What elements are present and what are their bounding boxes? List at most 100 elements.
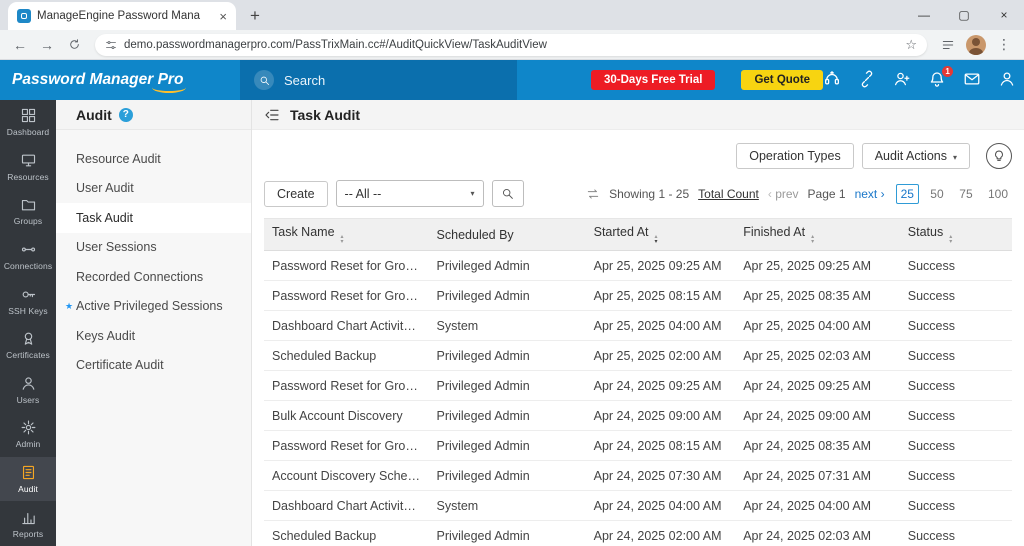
collapse-menu-icon[interactable] (264, 107, 280, 123)
bookmark-star-icon[interactable]: ☆ (905, 37, 917, 53)
sidebar-item-label: Users (16, 394, 40, 405)
table-row[interactable]: Scheduled Backup Privileged Admin Apr 24, … (264, 520, 1012, 546)
column-label: Scheduled By (436, 227, 514, 242)
forward-button[interactable]: → (35, 33, 59, 57)
feedback-mail-icon[interactable] (963, 70, 983, 90)
invite-user-icon[interactable] (893, 70, 913, 90)
browser-tab[interactable]: ManageEngine Password Mana × (8, 2, 236, 30)
profile-icon[interactable] (998, 70, 1018, 90)
chevron-down-icon: ▾ (952, 153, 957, 162)
address-bar[interactable]: demo.passwordmanagerpro.com/PassTrixMain… (95, 33, 927, 56)
sort-icon[interactable]: ▴ ▾ (655, 234, 658, 244)
audit-actions-label: Audit Actions (874, 149, 947, 163)
cell-scheduled-by: Privileged Admin (428, 460, 586, 491)
resources-icon (20, 152, 37, 169)
get-quote-button[interactable]: Get Quote (741, 70, 824, 90)
table-row[interactable]: Dashboard Chart Activity Sche...SystemAp… (264, 310, 1012, 341)
page-size-50[interactable]: 50 (926, 184, 948, 204)
reading-list-icon[interactable] (936, 33, 960, 57)
cell-scheduled-by: Privileged Admin (428, 250, 586, 281)
help-icon[interactable]: ? (118, 107, 133, 122)
audit-nav-item-resource-audit[interactable]: Resource Audit (56, 144, 251, 174)
audit-nav-item-task-audit[interactable]: Task Audit (56, 203, 251, 233)
filter-select[interactable]: -- All -- ▾ (335, 180, 484, 207)
tips-bulb-icon[interactable] (986, 143, 1012, 169)
audit-nav-item-user-sessions[interactable]: User Sessions (56, 233, 251, 263)
sidebar-item-groups[interactable]: Groups (0, 189, 56, 234)
free-trial-button[interactable]: 30-Days Free Trial (591, 70, 716, 90)
table-row[interactable]: Password Reset for Group - De...Privileg… (264, 280, 1012, 311)
sidebar-item-connections[interactable]: Connections (0, 234, 56, 279)
next-page-button[interactable]: next › (855, 187, 885, 201)
sidebar-item-certificates[interactable]: Certificates (0, 323, 56, 368)
new-tab-button[interactable]: + (242, 3, 268, 29)
audit-nav-item-active-privileged-sessions[interactable]: ★ Active Privileged Sessions (56, 292, 251, 322)
link-icon[interactable] (858, 70, 878, 90)
cell-scheduled-by: System (428, 310, 586, 341)
browser-profile-avatar[interactable] (966, 34, 986, 55)
window-restore-button[interactable]: ▢ (944, 0, 984, 30)
table-row[interactable]: Dashboard Chart Activity Sche...SystemAp… (264, 490, 1012, 521)
sort-icon[interactable]: ▴ ▾ (811, 234, 814, 244)
sidebar-item-label: Audit (18, 484, 38, 495)
audit-nav-item-user-audit[interactable]: User Audit (56, 174, 251, 204)
cell-task-name: Scheduled Backup (264, 340, 429, 371)
sidebar-item-ssh-keys[interactable]: SSH Keys (0, 278, 56, 323)
reload-button[interactable] (62, 33, 86, 57)
audit-icon (20, 464, 37, 481)
cell-started-at: Apr 24, 2025 08:15 AM (585, 430, 736, 461)
tab-favicon-icon (17, 9, 31, 23)
sidebar-item-reports[interactable]: Reports (0, 501, 56, 546)
table-row[interactable]: Scheduled Backup Privileged Admin Apr 25, … (264, 340, 1012, 371)
window-minimize-button[interactable]: — (904, 0, 944, 30)
browser-menu-icon[interactable]: ⋮ (992, 33, 1016, 57)
sidebar-item-audit[interactable]: Audit (0, 456, 56, 502)
cell-status: Success (899, 520, 1012, 546)
sidebar-item-admin[interactable]: Admin (0, 412, 56, 457)
sidebar-item-resources[interactable]: Resources (0, 145, 56, 190)
sort-icon[interactable]: ▴ ▾ (341, 234, 344, 244)
page-size-25[interactable]: 25 (895, 183, 919, 204)
sidebar-item-dashboard[interactable]: Dashboard (0, 100, 56, 145)
column-header-started-at[interactable]: Started At ▴ ▾ (585, 218, 736, 251)
window-close-button[interactable]: × (984, 0, 1024, 30)
app-header: Password Manager Pro Search 30-Days Free… (0, 60, 1024, 100)
cell-scheduled-by: Privileged Admin (428, 280, 586, 311)
table-row[interactable]: Account Discovery Schedule - ...Privileg… (264, 460, 1012, 491)
support-icon[interactable] (823, 70, 843, 90)
sort-icon[interactable]: ▴ ▾ (949, 234, 952, 244)
table-search-button[interactable] (491, 180, 524, 207)
cell-task-name: Dashboard Chart Activity Sche... (264, 310, 429, 341)
column-header-status[interactable]: Status ▴ ▾ (899, 218, 1012, 251)
create-button[interactable]: Create (264, 180, 328, 207)
table-row[interactable]: Password Reset for Group - De...Privileg… (264, 430, 1012, 461)
audit-actions-button[interactable]: Audit Actions ▾ (861, 143, 970, 169)
operation-types-button[interactable]: Operation Types (736, 143, 854, 169)
prev-page-button[interactable]: ‹ prev (768, 187, 799, 201)
main-content: Task Audit Operation Types Audit Actions… (252, 100, 1024, 546)
site-settings-icon[interactable] (105, 39, 117, 51)
tab-close-icon[interactable]: × (219, 9, 227, 24)
sidebar-item-users[interactable]: Users (0, 368, 56, 413)
audit-nav-item-recorded-connections[interactable]: Recorded Connections (56, 262, 251, 292)
table-row[interactable]: Bulk Account Discovery Privileged Admin Ap… (264, 400, 1012, 431)
column-header-task-name[interactable]: Task Name ▴ ▾ (264, 218, 429, 251)
table-row[interactable]: Password Reset for Group - N...Privilege… (264, 370, 1012, 401)
cell-status: Success (899, 310, 1012, 341)
column-header-finished-at[interactable]: Finished At ▴ ▾ (735, 218, 900, 251)
page-size-75[interactable]: 75 (955, 184, 977, 204)
audit-nav-item-keys-audit[interactable]: Keys Audit (56, 321, 251, 351)
search-placeholder: Search (284, 72, 326, 88)
audit-nav-item-certificate-audit[interactable]: Certificate Audit (56, 351, 251, 381)
table-row[interactable]: Password Reset for Group - N...Privilege… (264, 250, 1012, 281)
refresh-icon[interactable] (586, 187, 600, 201)
audit-nav-item-label: Recorded Connections (76, 269, 204, 284)
app-logo[interactable]: Password Manager Pro (0, 71, 240, 93)
task-audit-table: Task Name ▴ ▾ Scheduled By Started At ▴ ▾ Finis… (264, 218, 1012, 546)
back-button[interactable]: ← (8, 33, 32, 57)
page-size-100[interactable]: 100 (984, 184, 1012, 204)
header-icons: 1 (823, 66, 1024, 90)
total-count-link[interactable]: Total Count (698, 187, 759, 201)
global-search[interactable]: Search (240, 60, 517, 100)
notifications-bell-icon[interactable]: 1 (928, 66, 954, 90)
